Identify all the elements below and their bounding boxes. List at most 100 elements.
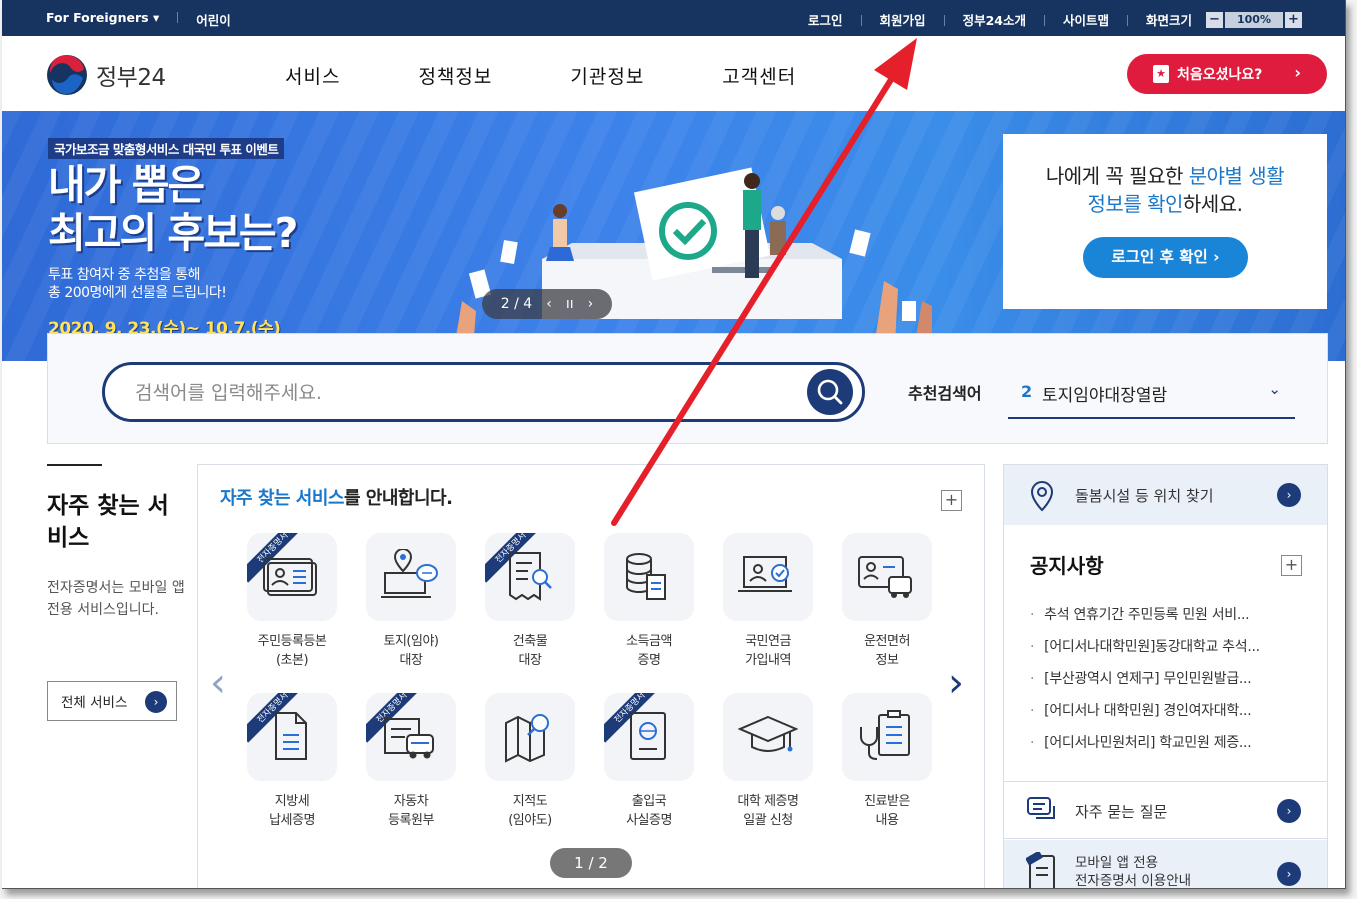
all-services-button[interactable]: 전체 서비스 › — [47, 681, 177, 721]
service-tile-income-cert[interactable]: 소득금액 증명 — [604, 533, 694, 670]
notice-item[interactable]: 추석 연휴기간 주민등록 민원 서비... — [1030, 604, 1320, 636]
service-tile-resident-register[interactable]: 전자증명서 주민등록등본 (초본) — [247, 533, 337, 670]
event-tag: 국가보조금 맞춤형서비스 대국민 투표 이벤트 — [48, 138, 285, 159]
right-panel: 돌봄시설 등 위치 찾기 › 공지사항 + 추석 연휴기간 주민등록 민원 서비… — [1003, 464, 1328, 888]
divider — [943, 15, 945, 26]
service-tile-building-register[interactable]: 전자증명서 건축물 대장 — [485, 533, 575, 670]
mobile-guide-line: 모바일 앱 전용 — [1075, 855, 1159, 871]
service-label-line: 납세증명 — [269, 813, 315, 828]
service-label-line: 지적도 — [512, 794, 548, 809]
first-visit-button[interactable]: ★ 처음오셨나요? › — [1127, 54, 1327, 94]
prev-page-icon[interactable]: ‹ — [210, 660, 226, 706]
card-text-accent: 분야별 생활 — [1188, 164, 1285, 188]
service-label: 소득금액 증명 — [604, 632, 694, 670]
frequent-services-panel: 자주 찾는 서비스를 안내합니다. + ‹ › 전자증명서 주민등록등본 (초본)… — [197, 464, 985, 888]
zoom-control: − 100% + — [1206, 11, 1302, 28]
banner-prev-icon[interactable]: ‹ — [546, 296, 552, 312]
services-title-accent: 자주 찾는 서비스 — [220, 488, 344, 509]
income-coins-icon — [626, 553, 666, 600]
notice-item[interactable]: [어디서나 대학민원] 경인여자대학... — [1030, 700, 1320, 732]
service-label-line: 토지(임야) — [383, 634, 439, 649]
zoom-out-button[interactable]: − — [1206, 11, 1223, 28]
recommended-keyword[interactable]: 토지임야대장열람 — [1042, 381, 1167, 406]
building-document-icon — [509, 552, 552, 601]
nav-policy[interactable]: 정책정보 — [418, 62, 492, 89]
zoom-in-button[interactable]: + — [1285, 11, 1302, 28]
service-tile-driver-license[interactable]: 운전면허 정보 — [842, 533, 932, 670]
about-link[interactable]: 정부24소개 — [963, 10, 1026, 29]
service-tile-university-cert[interactable]: 대학 제증명 일괄 신청 — [723, 693, 813, 830]
nav-support[interactable]: 고객센터 — [722, 62, 796, 89]
all-services-label: 전체 서비스 — [61, 695, 128, 711]
login-check-button[interactable]: 로그인 후 확인 › — [1083, 237, 1248, 278]
divider — [1043, 15, 1045, 26]
arrow-right-icon[interactable]: › — [1277, 483, 1301, 507]
service-tile-local-tax[interactable]: 전자증명서 지방세 납세증명 — [247, 693, 337, 830]
service-label: 주민등록등본 (초본) — [247, 632, 337, 670]
driver-license-icon — [858, 556, 912, 598]
logo-text[interactable]: 정부24 — [96, 58, 166, 92]
recommended-keyword-select[interactable]: 2 토지임야대장열람 ⌄ — [1008, 372, 1295, 419]
service-tile-box: 전자증명서 — [485, 533, 575, 621]
service-tile-medical-record[interactable]: 진료받은 내용 — [842, 693, 932, 830]
faq-link[interactable]: 자주 묻는 질문 › — [1004, 781, 1327, 839]
banner-headline: 내가 뽑은 최고의 후보는? — [48, 161, 298, 257]
search-input[interactable] — [135, 379, 785, 407]
service-tile-box — [842, 693, 932, 781]
chevron-down-icon[interactable]: ⌄ — [1268, 380, 1281, 398]
tax-document-icon — [275, 712, 307, 760]
card-text: 나에게 꼭 필요한 분야별 생활 정보를 확인하세요. — [1003, 162, 1327, 218]
service-label-line: 일괄 신청 — [743, 813, 793, 828]
service-tile-car-registration[interactable]: 전자증명서 자동차 등록원부 — [366, 693, 456, 830]
for-foreigners-link[interactable]: For Foreigners ▾ — [46, 10, 159, 29]
plus-icon[interactable]: + — [1281, 555, 1302, 576]
event-banner[interactable]: 국가보조금 맞춤형서비스 대국민 투표 이벤트 내가 뽑은 최고의 후보는? 투… — [2, 111, 1345, 361]
service-label: 건축물 대장 — [485, 632, 575, 670]
nav-services[interactable]: 서비스 — [285, 62, 340, 89]
search-field — [102, 362, 865, 422]
mobile-ecert-guide[interactable]: 모바일 앱 전용 전자증명서 이용안내 › — [1004, 840, 1327, 888]
main-nav: 서비스 정책정보 기관정보 고객센터 — [285, 62, 874, 89]
service-tile-pension[interactable]: 국민연금 가입내역 — [723, 533, 813, 670]
arrow-right-icon[interactable]: › — [1277, 799, 1301, 823]
divider — [1126, 15, 1128, 26]
service-tile-land-register[interactable]: 토지(임야) 대장 — [366, 533, 456, 670]
subtext-line-2: 총 200명에게 선물을 드립니다! — [48, 285, 227, 301]
notice-item[interactable]: [부산광역시 연제구] 무인민원발급... — [1030, 668, 1320, 700]
car-registration-icon — [384, 718, 434, 759]
kids-link[interactable]: 어린이 — [196, 10, 231, 29]
banner-next-icon[interactable]: › — [588, 296, 594, 312]
service-tile-cadastral-map[interactable]: 지적도 (임야도) — [485, 693, 575, 830]
services-panel-title: 자주 찾는 서비스를 안내합니다. — [220, 484, 453, 510]
banner-page-count: 2 / 4 — [500, 296, 533, 312]
divider — [177, 12, 179, 23]
notice-item[interactable]: [어디서나민원처리] 학교민원 제증... — [1030, 732, 1320, 764]
next-page-icon[interactable]: › — [948, 660, 964, 706]
plus-icon[interactable]: + — [941, 490, 962, 511]
services-pager: 1 / 2 — [550, 848, 632, 878]
service-label-line: 운전면허 — [864, 634, 910, 649]
gov24-logo-icon[interactable] — [46, 54, 88, 96]
care-facility-locator[interactable]: 돌봄시설 등 위치 찾기 › — [1004, 465, 1327, 525]
banner-pause-icon[interactable]: ıı — [566, 296, 574, 312]
graduation-cap-icon — [738, 715, 798, 752]
service-tile-box: 전자증명서 — [604, 693, 694, 781]
service-label: 지방세 납세증명 — [247, 792, 337, 830]
nav-agency[interactable]: 기관정보 — [570, 62, 644, 89]
signup-link[interactable]: 회원가입 — [880, 10, 926, 29]
frequent-services-desc: 전자증명서는 모바일 앱 전용 서비스입니다. — [47, 580, 185, 618]
login-link[interactable]: 로그인 — [808, 10, 843, 29]
card-text-part: 하세요. — [1182, 192, 1243, 216]
arrow-right-icon[interactable]: › — [1277, 862, 1301, 886]
zoom-value: 100% — [1225, 11, 1283, 28]
notice-item[interactable]: [어디서나대학민원]동강대학교 추석... — [1030, 636, 1320, 668]
service-label-line: 사실증명 — [626, 813, 672, 828]
search-button[interactable] — [807, 369, 853, 415]
service-label: 운전면허 정보 — [842, 632, 932, 670]
service-tile-box — [723, 533, 813, 621]
chevron-right-icon: › — [1294, 63, 1301, 82]
service-tile-immigration[interactable]: 전자증명서 출입국 사실증명 — [604, 693, 694, 830]
notice-title: 공지사항 — [1030, 554, 1104, 578]
sitemap-link[interactable]: 사이트맵 — [1063, 10, 1109, 29]
service-label: 지적도 (임야도) — [485, 792, 575, 830]
